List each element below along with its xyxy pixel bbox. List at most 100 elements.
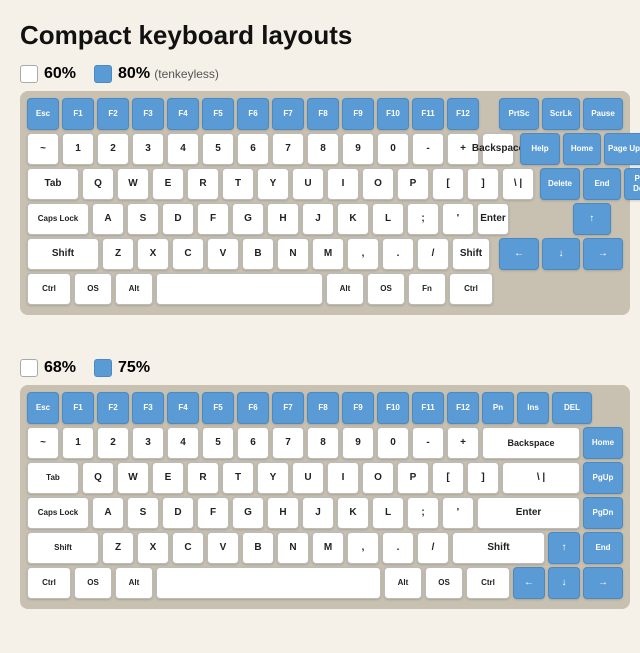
key2-end[interactable]: End — [583, 532, 623, 564]
key-3[interactable]: 3 — [132, 133, 164, 165]
key-h[interactable]: H — [267, 203, 299, 235]
key-f9[interactable]: F9 — [342, 98, 374, 130]
key-f4[interactable]: F4 — [167, 98, 199, 130]
key2-q[interactable]: Q — [82, 462, 114, 494]
key-shift-right[interactable]: Shift — [452, 238, 490, 270]
key-f1[interactable]: F1 — [62, 98, 94, 130]
key2-k[interactable]: K — [337, 497, 369, 529]
key2-t[interactable]: T — [222, 462, 254, 494]
key2-capslock[interactable]: Caps Lock — [27, 497, 89, 529]
key2-e[interactable]: E — [152, 462, 184, 494]
key-2[interactable]: 2 — [97, 133, 129, 165]
key2-4[interactable]: 4 — [167, 427, 199, 459]
key2-j[interactable]: J — [302, 497, 334, 529]
key2-0[interactable]: 0 — [377, 427, 409, 459]
key2-ctrl-right[interactable]: Ctrl — [466, 567, 510, 599]
key-o[interactable]: O — [362, 168, 394, 200]
key2-s[interactable]: S — [127, 497, 159, 529]
key2-c[interactable]: C — [172, 532, 204, 564]
key2-alt-right[interactable]: Alt — [384, 567, 422, 599]
key-pageup[interactable]: Page Up — [604, 133, 640, 165]
key2-h[interactable]: H — [267, 497, 299, 529]
key2-8[interactable]: 8 — [307, 427, 339, 459]
key2-3[interactable]: 3 — [132, 427, 164, 459]
key2-semicolon[interactable]: ; — [407, 497, 439, 529]
key-9[interactable]: 9 — [342, 133, 374, 165]
key2-plus[interactable]: + — [447, 427, 479, 459]
key2-p[interactable]: P — [397, 462, 429, 494]
key-x[interactable]: X — [137, 238, 169, 270]
key-comma[interactable]: , — [347, 238, 379, 270]
key2-rbracket[interactable]: ] — [467, 462, 499, 494]
key-scrlk[interactable]: ScrLk — [542, 98, 580, 130]
key-f6[interactable]: F6 — [237, 98, 269, 130]
key-p[interactable]: P — [397, 168, 429, 200]
key-alt-left[interactable]: Alt — [115, 273, 153, 305]
key2-6[interactable]: 6 — [237, 427, 269, 459]
key-delete[interactable]: Delete — [540, 168, 580, 200]
key2-i[interactable]: I — [327, 462, 359, 494]
key2-9[interactable]: 9 — [342, 427, 374, 459]
key-5[interactable]: 5 — [202, 133, 234, 165]
key2-backspace[interactable]: Backspace — [482, 427, 580, 459]
key-n[interactable]: N — [277, 238, 309, 270]
key2-l[interactable]: L — [372, 497, 404, 529]
key-4[interactable]: 4 — [167, 133, 199, 165]
key-slash[interactable]: / — [417, 238, 449, 270]
key2-shift-left[interactable]: Shift — [27, 532, 99, 564]
key-7[interactable]: 7 — [272, 133, 304, 165]
key2-b[interactable]: B — [242, 532, 274, 564]
key-os-right[interactable]: OS — [367, 273, 405, 305]
key-f7[interactable]: F7 — [272, 98, 304, 130]
key-q[interactable]: Q — [82, 168, 114, 200]
key-f12[interactable]: F12 — [447, 98, 479, 130]
key-minus[interactable]: - — [412, 133, 444, 165]
key2-u[interactable]: U — [292, 462, 324, 494]
key-f3[interactable]: F3 — [132, 98, 164, 130]
key2-comma[interactable]: , — [347, 532, 379, 564]
key2-slash[interactable]: / — [417, 532, 449, 564]
key2-period[interactable]: . — [382, 532, 414, 564]
key-arrow-left[interactable]: ← — [499, 238, 539, 270]
key2-g[interactable]: G — [232, 497, 264, 529]
key2-5[interactable]: 5 — [202, 427, 234, 459]
key2-v[interactable]: V — [207, 532, 239, 564]
key2-lbracket[interactable]: [ — [432, 462, 464, 494]
key2-d[interactable]: D — [162, 497, 194, 529]
key2-f5[interactable]: F5 — [202, 392, 234, 424]
key2-x[interactable]: X — [137, 532, 169, 564]
key2-f7[interactable]: F7 — [272, 392, 304, 424]
key2-a[interactable]: A — [92, 497, 124, 529]
key2-arrow-left[interactable]: ← — [513, 567, 545, 599]
key2-arrow-down[interactable]: ↓ — [548, 567, 580, 599]
key2-f[interactable]: F — [197, 497, 229, 529]
key2-f1[interactable]: F1 — [62, 392, 94, 424]
key2-minus[interactable]: - — [412, 427, 444, 459]
key2-del[interactable]: DEL — [552, 392, 592, 424]
key-tilde[interactable]: ~ — [27, 133, 59, 165]
key-g[interactable]: G — [232, 203, 264, 235]
key-tab[interactable]: Tab — [27, 168, 79, 200]
key2-ins[interactable]: Ins — [517, 392, 549, 424]
key2-o[interactable]: O — [362, 462, 394, 494]
key-prtsc[interactable]: PrtSc — [499, 98, 539, 130]
key2-f12[interactable]: F12 — [447, 392, 479, 424]
key-u[interactable]: U — [292, 168, 324, 200]
key-f[interactable]: F — [197, 203, 229, 235]
key2-f6[interactable]: F6 — [237, 392, 269, 424]
key-6[interactable]: 6 — [237, 133, 269, 165]
key2-shift-right[interactable]: Shift — [452, 532, 545, 564]
key-shift-left[interactable]: Shift — [27, 238, 99, 270]
key2-pgdn[interactable]: PgDn — [583, 497, 623, 529]
key-8[interactable]: 8 — [307, 133, 339, 165]
key-arrow-up[interactable]: ↑ — [573, 203, 611, 235]
key-j[interactable]: J — [302, 203, 334, 235]
key-alt-right[interactable]: Alt — [326, 273, 364, 305]
key-e[interactable]: E — [152, 168, 184, 200]
key-esc[interactable]: Esc — [27, 98, 59, 130]
key2-pn[interactable]: Pn — [482, 392, 514, 424]
key-d[interactable]: D — [162, 203, 194, 235]
key2-pgup[interactable]: PgUp — [583, 462, 623, 494]
key-ctrl-left[interactable]: Ctrl — [27, 273, 71, 305]
key-w[interactable]: W — [117, 168, 149, 200]
